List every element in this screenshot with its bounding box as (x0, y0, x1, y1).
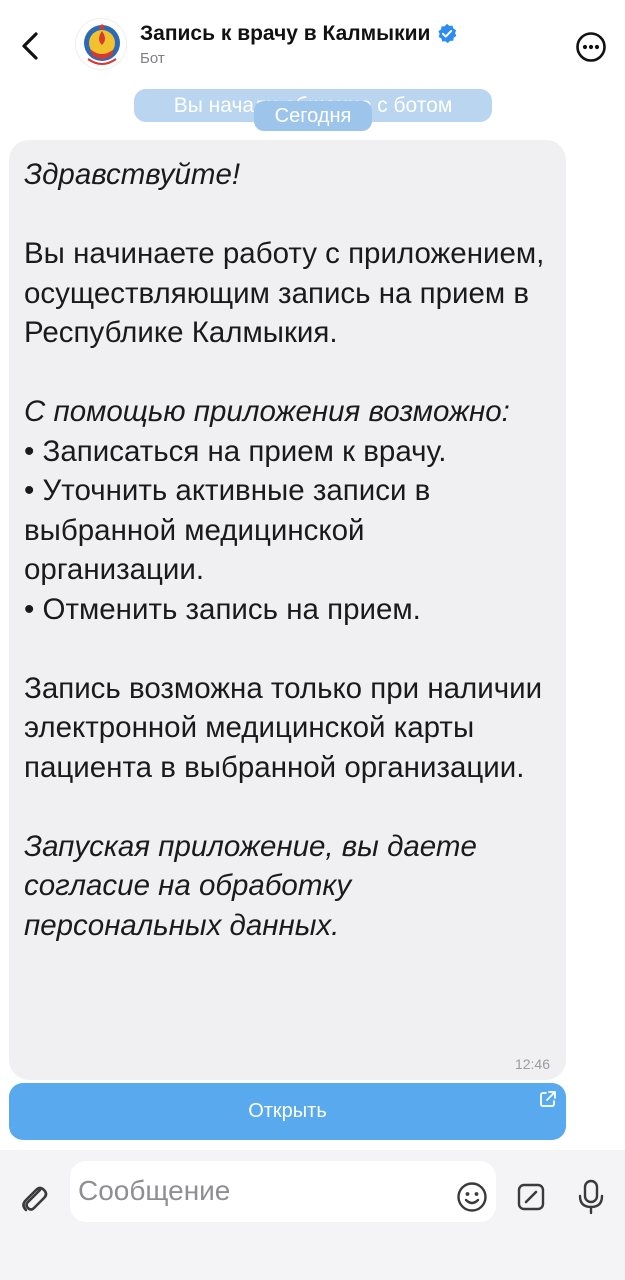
microphone-icon[interactable] (574, 1178, 608, 1216)
chat-title-block[interactable]: Запись к врачу в Калмыкии Бот (140, 22, 540, 67)
emoji-icon[interactable] (456, 1181, 488, 1213)
message-consent: Запуская приложение, вы даете согласие н… (24, 829, 477, 942)
open-app-button[interactable]: Открыть (9, 1083, 566, 1140)
message-input[interactable]: Сообщение (70, 1161, 496, 1222)
features-title: С помощью приложения возможно: (24, 395, 510, 428)
chat-subtitle: Бот (140, 50, 165, 67)
sticker-icon[interactable] (515, 1181, 547, 1213)
message-features: С помощью приложения возможно: • Записат… (24, 392, 552, 629)
verified-badge-icon (438, 23, 457, 44)
open-app-label: Открыть (248, 1100, 327, 1122)
feature-item: • Записаться на прием к врачу. (24, 434, 447, 468)
emblem-icon (77, 20, 126, 69)
message-greeting: Здравствуйте! (24, 158, 241, 191)
avatar[interactable] (75, 18, 127, 70)
more-options-button[interactable] (574, 30, 608, 64)
message-intro: Вы начинаете работу с приложением, осуще… (24, 237, 545, 349)
chat-header: Запись к врачу в Калмыкии Бот (0, 0, 625, 96)
message-timestamp: 12:46 (514, 1056, 550, 1072)
chevron-left-icon (22, 32, 38, 60)
bot-message-bubble[interactable]: Здравствуйте! Вы начинаете работу с прил… (9, 140, 566, 1080)
chat-title: Запись к врачу в Калмыкии (140, 22, 431, 45)
external-link-icon (540, 1091, 556, 1107)
feature-item: • Отменить запись на прием. (24, 592, 421, 626)
message-text: Здравствуйте! Вы начинаете работу с прил… (24, 155, 552, 945)
message-requirement: Запись возможна только при наличии элект… (24, 671, 543, 784)
paperclip-icon[interactable] (16, 1180, 54, 1218)
date-separator: Сегодня (254, 101, 372, 131)
message-composer: Сообщение (0, 1150, 625, 1280)
feature-item: • Уточнить активные записи в выбранной м… (24, 474, 431, 586)
message-input-placeholder: Сообщение (78, 1175, 231, 1206)
more-horizontal-icon (576, 32, 606, 62)
back-button[interactable] (14, 26, 46, 66)
